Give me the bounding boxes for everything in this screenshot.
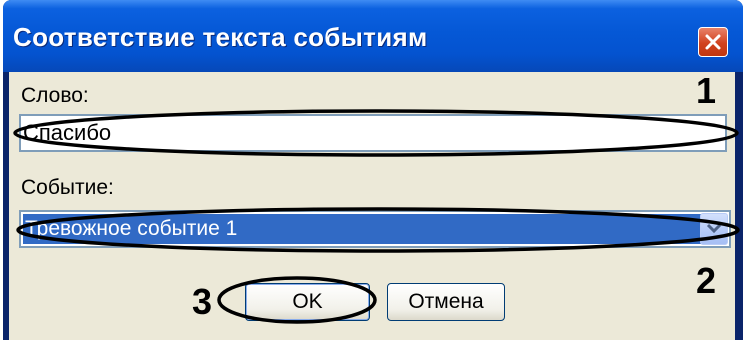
annotation-ellipse-event: [16, 207, 740, 253]
annotation-number-2: 2: [696, 260, 717, 301]
annotation-number-3: 3: [192, 281, 213, 322]
annotation-ellipse-ok: [217, 276, 377, 324]
annotation-ellipse-word: [13, 109, 739, 157]
annotation-overlay: [13, 109, 740, 324]
annotation-number-1: 1: [696, 70, 717, 111]
